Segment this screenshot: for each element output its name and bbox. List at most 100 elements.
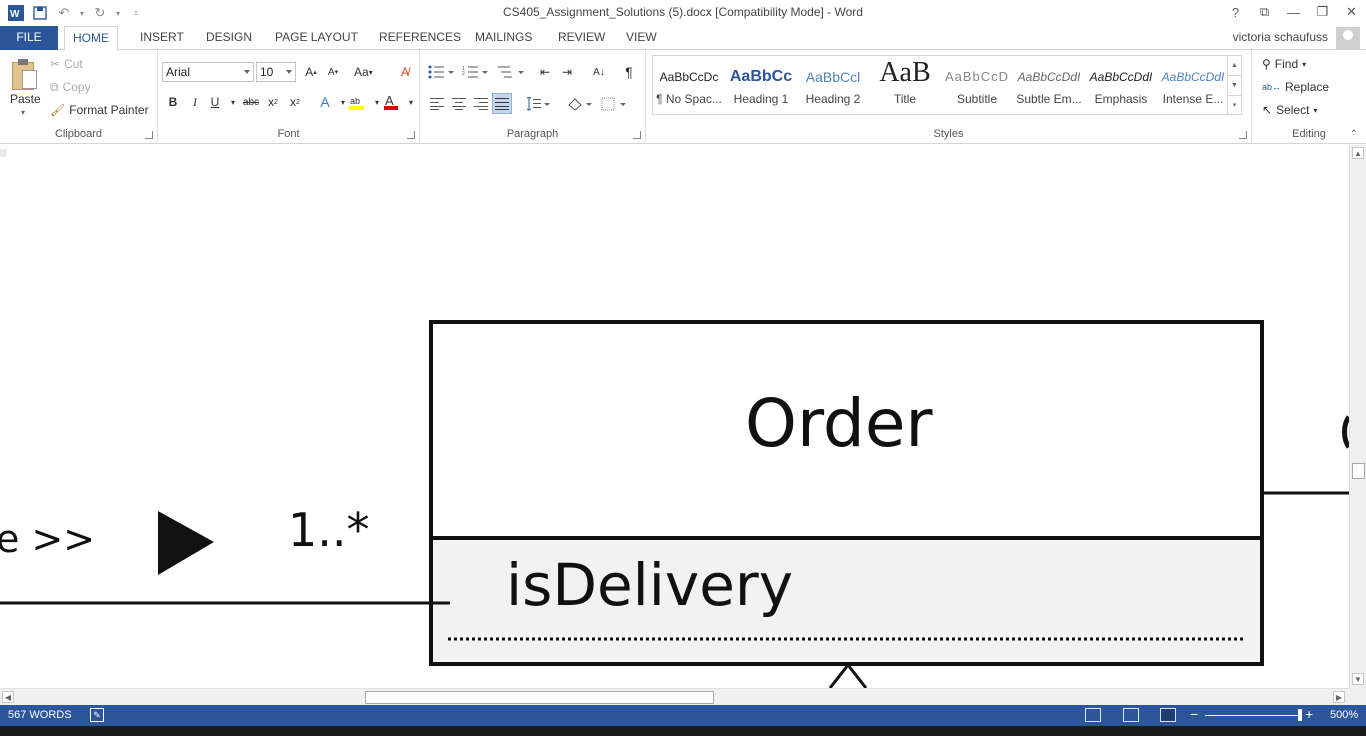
style-name: ¶ No Spac... <box>656 92 722 106</box>
minimize-button[interactable]: — <box>1279 0 1308 24</box>
underline-button[interactable]: U <box>206 92 224 112</box>
align-left-icon[interactable] <box>428 94 446 114</box>
style-name: Title <box>893 92 917 106</box>
restore-button[interactable]: ❐ <box>1308 0 1337 24</box>
proofing-icon[interactable]: ✎ <box>90 708 104 722</box>
italic-button[interactable]: I <box>186 92 204 112</box>
tab-insert[interactable]: INSERT <box>132 26 192 50</box>
strikethrough-button[interactable]: abc <box>242 92 260 112</box>
style-subtle-emphasis[interactable]: AaBbCcDdI Subtle Em... <box>1013 56 1085 114</box>
align-center-icon[interactable] <box>450 94 468 114</box>
scroll-right-icon[interactable]: ▶ <box>1333 691 1345 703</box>
style-sample: AaBbCcD <box>944 69 1010 84</box>
shading-icon[interactable] <box>566 94 594 114</box>
bullets-icon[interactable] <box>426 62 456 82</box>
tab-design[interactable]: DESIGN <box>198 26 260 50</box>
zoom-slider-thumb[interactable] <box>1298 709 1302 721</box>
help-button[interactable]: ? <box>1221 0 1250 24</box>
style-intense-emphasis[interactable]: AaBbCcDdI Intense E... <box>1157 56 1229 114</box>
select-button[interactable]: ↖ Select ▾ <box>1262 100 1317 120</box>
align-right-icon[interactable] <box>472 94 490 114</box>
style-title[interactable]: AaB Title <box>869 56 941 114</box>
font-name-combo[interactable]: Arial <box>162 62 254 82</box>
vertical-scrollbar[interactable]: ▲ ▼ <box>1349 145 1366 688</box>
bold-button[interactable]: B <box>164 92 182 112</box>
font-size-combo[interactable]: 10 <box>256 62 296 82</box>
font-launcher-icon[interactable] <box>407 131 415 139</box>
superscript-button[interactable]: x2 <box>286 92 304 112</box>
style-heading-1[interactable]: AaBbCc Heading 1 <box>725 56 797 114</box>
zoom-slider[interactable] <box>1205 715 1301 716</box>
increase-indent-icon[interactable]: ⇥ <box>558 62 576 82</box>
read-mode-icon[interactable] <box>1085 708 1101 722</box>
zoom-out-button[interactable]: − <box>1190 706 1198 722</box>
style-emphasis[interactable]: AaBbCcDdI Emphasis <box>1085 56 1157 114</box>
shrink-font-icon[interactable]: A ▾ <box>324 62 342 82</box>
paragraph-group-label: Paragraph <box>506 128 559 140</box>
borders-icon[interactable] <box>600 94 628 114</box>
editing-group: ⚲ Find ▾ ab↔ Replace ↖ Select ▾ Editing ⌃ <box>1252 50 1366 144</box>
cut-button[interactable]: ✂ Cut <box>50 54 83 74</box>
paragraph-launcher-icon[interactable] <box>633 131 641 139</box>
document-canvas[interactable]: Order isDelivery e >> 1..* <box>0 145 1349 688</box>
sort-icon[interactable]: A↓ <box>590 62 608 82</box>
paste-button[interactable]: Paste <box>10 92 41 106</box>
format-painter-button[interactable]: 🖌 Format Painter <box>50 100 149 120</box>
line-spacing-icon[interactable] <box>524 94 552 114</box>
subscript-button[interactable]: x2 <box>264 92 282 112</box>
style-no-spacing[interactable]: AaBbCcDc ¶ No Spac... <box>653 56 725 114</box>
collapse-ribbon-icon[interactable]: ⌃ <box>1350 129 1358 140</box>
scroll-down-icon[interactable]: ▼ <box>1352 673 1364 685</box>
inheritance-arrow-icon <box>828 662 868 688</box>
style-heading-2[interactable]: AaBbCcl Heading 2 <box>797 56 869 114</box>
ribbon-display-options-icon[interactable]: ⧉ <box>1250 0 1279 24</box>
styles-more-icon[interactable]: ▾ <box>1228 96 1241 116</box>
underline-dropdown-icon[interactable]: ▾ <box>224 92 242 112</box>
style-subtitle[interactable]: AaBbCcD Subtitle <box>941 56 1013 114</box>
zoom-in-button[interactable]: + <box>1305 706 1313 722</box>
tab-file[interactable]: FILE <box>0 26 58 50</box>
replace-button[interactable]: ab↔ Replace <box>1262 77 1329 97</box>
decrease-indent-icon[interactable]: ⇤ <box>536 62 554 82</box>
user-name[interactable]: victoria schaufuss <box>1233 30 1328 44</box>
tab-view[interactable]: VIEW <box>618 26 665 50</box>
find-button[interactable]: ⚲ Find ▾ <box>1262 54 1306 74</box>
font-color-dropdown-icon[interactable]: ▾ <box>402 92 420 112</box>
text-effects-icon[interactable]: A <box>316 92 334 112</box>
paste-icon[interactable] <box>10 58 38 90</box>
scroll-up-icon[interactable]: ▲ <box>1352 147 1364 159</box>
tab-home[interactable]: HOME <box>64 26 118 51</box>
change-case-button[interactable]: Aa ▾ <box>354 62 373 82</box>
horizontal-scrollbar[interactable]: ◀ ▶ <box>0 688 1349 705</box>
show-marks-icon[interactable]: ¶ <box>620 62 638 82</box>
styles-scroll-up-icon[interactable]: ▲ <box>1228 56 1241 76</box>
paste-dropdown-icon[interactable]: ▾ <box>21 108 25 117</box>
scroll-left-icon[interactable]: ◀ <box>2 691 14 703</box>
grow-font-icon[interactable]: A ▴ <box>302 62 320 82</box>
word-count[interactable]: 567 WORDS <box>8 709 72 721</box>
close-button[interactable]: ✕ <box>1337 0 1366 24</box>
font-color-icon[interactable]: A <box>382 92 400 112</box>
tab-page-layout[interactable]: PAGE LAYOUT <box>267 26 366 50</box>
tab-mailings[interactable]: MAILINGS <box>467 26 540 50</box>
vertical-scroll-thumb[interactable] <box>1352 463 1365 479</box>
numbering-icon[interactable]: 12 <box>460 62 490 82</box>
style-name: Emphasis <box>1094 92 1148 106</box>
find-label: Find <box>1274 57 1299 71</box>
find-dropdown-icon: ▾ <box>1302 59 1307 69</box>
horizontal-scroll-thumb[interactable] <box>365 691 714 704</box>
copy-button[interactable]: ⧉ Copy <box>50 77 91 97</box>
justify-icon[interactable] <box>492 93 512 114</box>
styles-launcher-icon[interactable] <box>1239 131 1247 139</box>
zoom-level[interactable]: 500% <box>1330 709 1358 721</box>
tab-references[interactable]: REFERENCES <box>371 26 469 50</box>
clipboard-launcher-icon[interactable] <box>145 131 153 139</box>
print-layout-icon[interactable] <box>1123 708 1139 722</box>
highlight-color-icon[interactable]: ab <box>348 92 366 112</box>
tab-review[interactable]: REVIEW <box>550 26 613 50</box>
multilevel-list-icon[interactable] <box>496 62 526 82</box>
styles-scroll-down-icon[interactable]: ▼ <box>1228 76 1241 96</box>
web-layout-icon[interactable] <box>1160 708 1176 722</box>
avatar[interactable] <box>1336 27 1360 49</box>
clear-formatting-icon[interactable]: A̸ <box>396 62 414 82</box>
